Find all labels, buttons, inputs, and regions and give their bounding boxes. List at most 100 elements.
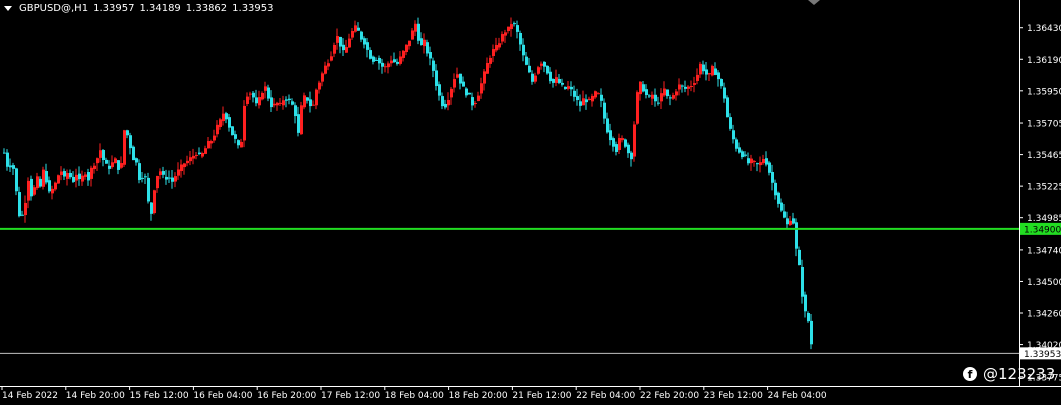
candle-body — [393, 59, 396, 63]
candle-body — [501, 34, 504, 42]
candle-body — [795, 222, 798, 249]
candle-body — [312, 104, 315, 106]
chart-menu-icon[interactable] — [4, 6, 12, 11]
x-tick-label: 18 Feb 20:00 — [449, 391, 508, 401]
candle-body — [177, 169, 180, 176]
candle-body — [633, 124, 636, 157]
candle-body — [267, 87, 270, 99]
candle-body — [606, 118, 609, 133]
candle-body — [810, 320, 813, 345]
high-price: 1.34189 — [139, 3, 181, 14]
candle-body — [252, 92, 255, 98]
candle-body — [627, 144, 630, 154]
candle-body — [297, 114, 300, 133]
candle-body — [114, 158, 117, 164]
candle-body — [741, 151, 744, 158]
candle-body — [648, 95, 651, 97]
candle-body — [336, 36, 339, 43]
candle-body — [30, 178, 33, 197]
candle-body — [564, 86, 567, 89]
candle-body — [6, 152, 9, 167]
candle-body — [345, 47, 348, 53]
candle-body — [159, 171, 162, 175]
candle-body — [801, 266, 804, 297]
candle-body — [537, 67, 540, 74]
candle-body — [324, 65, 327, 74]
candle-body — [465, 88, 468, 96]
candle-body — [258, 97, 261, 106]
y-tick-label: 1.36430 — [1027, 24, 1061, 34]
candle-body — [768, 162, 771, 173]
candle-body — [132, 146, 135, 161]
candle-body — [792, 218, 795, 224]
candle-body — [27, 180, 30, 201]
x-tick-label: 14 Feb 20:00 — [66, 391, 125, 401]
candle-body — [447, 100, 450, 106]
candle-body — [558, 78, 561, 83]
candle-body — [702, 64, 705, 72]
price-chart[interactable]: 1.34900 1.33953 1.36430 1.36190 1.35950 1.35… — [0, 0, 1061, 405]
candle-body — [294, 105, 297, 117]
y-tick-label: 1.34985 — [1027, 214, 1061, 224]
candle-body — [603, 102, 606, 119]
candle-body — [171, 177, 174, 182]
candle-body — [525, 56, 528, 65]
candle-body — [675, 91, 678, 96]
candle-body — [333, 45, 336, 54]
candle-body — [135, 158, 138, 163]
candle-body — [102, 149, 105, 161]
candle-body — [249, 93, 252, 95]
candle-body — [669, 97, 672, 99]
candle-body — [210, 141, 213, 144]
y-tick-label: 1.35465 — [1027, 151, 1061, 161]
candle-body — [105, 159, 108, 164]
candle-body — [594, 91, 597, 98]
low-price: 1.33862 — [185, 3, 228, 14]
candle-body — [66, 173, 69, 179]
x-tick-label: 17 Feb 12:00 — [321, 391, 380, 401]
y-tick-label: 1.34020 — [1027, 341, 1061, 351]
y-tick-label: 1.34740 — [1027, 246, 1061, 256]
candle-body — [579, 101, 582, 106]
candle-body — [228, 117, 231, 128]
facebook-icon: f — [963, 367, 977, 381]
candle-body — [609, 130, 612, 141]
candle-body — [87, 172, 90, 181]
candle-body — [204, 148, 207, 154]
candle-body — [315, 89, 318, 106]
candle-body — [714, 68, 717, 75]
candle-body — [615, 144, 618, 152]
candle-body — [378, 57, 381, 64]
candle-body — [756, 163, 759, 165]
candle-body — [576, 96, 579, 101]
candle-body — [285, 99, 288, 101]
candle-body — [450, 88, 453, 98]
candle-body — [738, 147, 741, 153]
y-tick-label: 1.35225 — [1027, 183, 1061, 193]
chart-shift-marker-icon[interactable] — [808, 0, 820, 5]
y-tick-label: 1.35705 — [1027, 120, 1061, 130]
candle-body — [63, 171, 66, 177]
candle-body — [618, 138, 621, 150]
candle-body — [33, 187, 36, 195]
candle-body — [759, 162, 762, 166]
candle-body — [237, 140, 240, 146]
y-tick-label: 1.35950 — [1027, 87, 1061, 97]
chart-canvas[interactable]: 1.34900 1.33953 1.36430 1.36190 1.35950 1.35… — [0, 0, 1061, 405]
candle-body — [663, 88, 666, 96]
candle-body — [435, 70, 438, 86]
candle-body — [402, 50, 405, 58]
x-tick-label: 18 Feb 04:00 — [385, 391, 444, 401]
candle-body — [498, 43, 501, 48]
candle-body — [474, 103, 477, 105]
candle-body — [219, 119, 222, 127]
candle-body — [156, 175, 159, 189]
candle-body — [390, 60, 393, 64]
candle-body — [234, 134, 237, 139]
y-tick-label: 1.34260 — [1027, 310, 1061, 320]
x-tick-label: 14 Feb 2022 — [2, 391, 58, 401]
candle-body — [129, 135, 132, 149]
candle-body — [231, 126, 234, 136]
candle-body — [363, 38, 366, 45]
candle-body — [540, 63, 543, 66]
